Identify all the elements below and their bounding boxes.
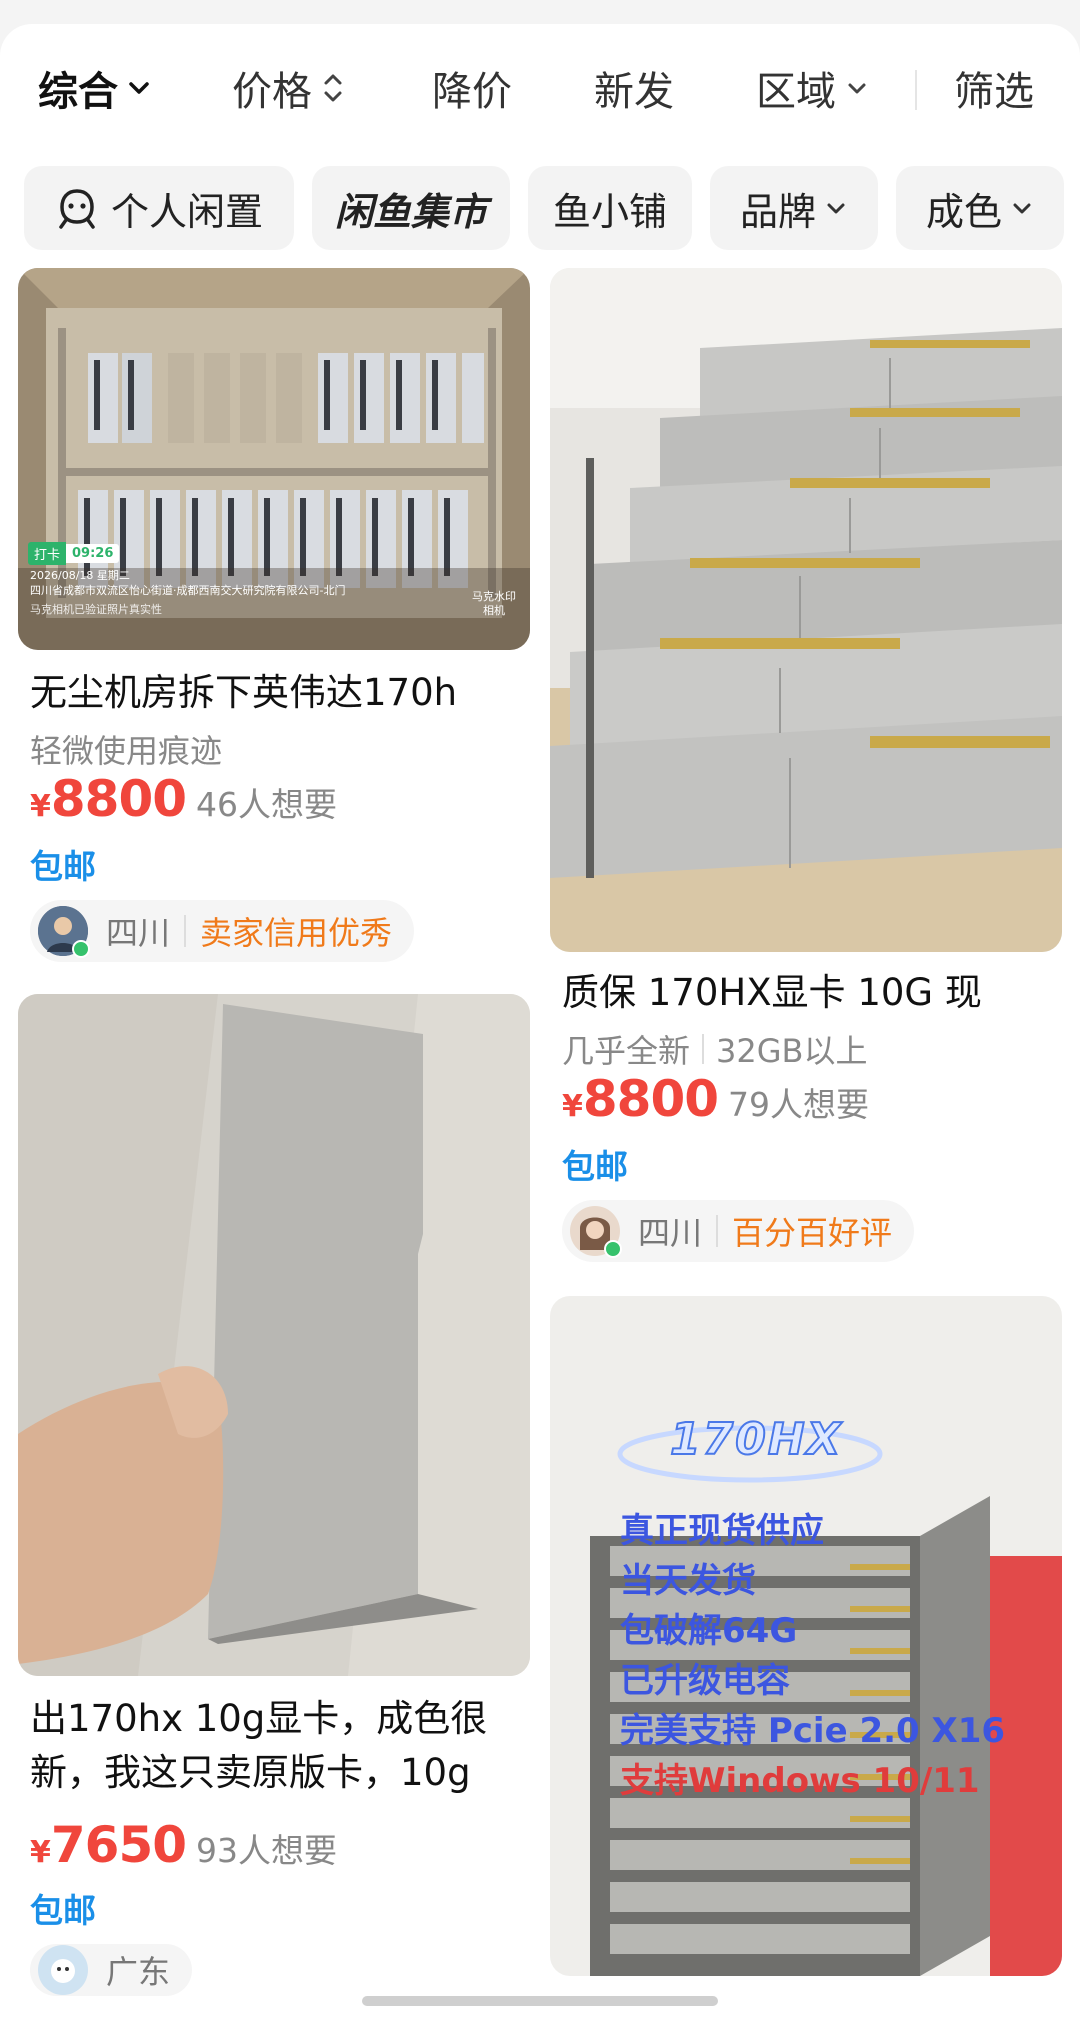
punch-tag-label: 打卡	[28, 542, 67, 565]
sort-region[interactable]: 区域	[756, 56, 870, 120]
product-photo-gpu-stack-promo[interactable]: 170HX 真正现货供应 当天发货 包破解64G 已升级电容 完美支持 Pcie…	[550, 1296, 1062, 1976]
chevron-down-icon	[129, 82, 149, 94]
ghost-face-icon	[59, 189, 95, 229]
price-currency: ¥	[30, 789, 51, 824]
chip-personal-idle-label: 个人闲置	[110, 189, 263, 234]
sort-price[interactable]: 价格	[232, 56, 346, 120]
want-count: 93人想要	[196, 1831, 338, 1870]
online-dot	[72, 940, 90, 958]
chip-personal-idle[interactable]: 个人闲置	[24, 166, 294, 250]
chip-brand[interactable]: 品牌	[710, 166, 878, 250]
promo-line: 包破解64G	[620, 1611, 798, 1651]
promo-feature-list: 真正现货供应 当天发货 包破解64G 已升级电容 完美支持 Pcie 2.0 X…	[620, 1506, 1005, 1806]
sort-newest-label: 新发	[594, 69, 674, 115]
seller-divider	[716, 1215, 719, 1247]
hand-holding-gpu-illustration	[18, 994, 530, 1676]
chip-xianyu-market[interactable]: 闲鱼集市	[312, 166, 510, 250]
chevron-down-icon	[848, 83, 866, 94]
price-amount: 8800	[582, 1070, 719, 1128]
product-price: ¥ 8800 46人想要	[30, 770, 337, 828]
avatar	[38, 906, 90, 958]
chip-fish-shop-label: 鱼小铺	[552, 189, 667, 234]
online-dot	[604, 1240, 622, 1258]
product-photo-hand-gpu[interactable]	[18, 994, 530, 1676]
seller-location: 广东	[106, 1953, 171, 1991]
promo-line: 完美支持 Pcie 2.0 X16	[620, 1711, 1006, 1751]
price-currency: ¥	[30, 1835, 51, 1870]
seller-info[interactable]: 四川 卖家信用优秀	[30, 900, 415, 962]
seller-location: 四川	[106, 914, 171, 952]
chip-fish-shop[interactable]: 鱼小铺	[528, 166, 692, 250]
watermark-date: 2026/08/18 星期二	[30, 569, 130, 582]
product-title-line2[interactable]: 新，我这只卖原版卡，10g	[30, 1746, 471, 1800]
watermark-address: 四川省成都市双流区怡心街道·成都西南交大研究院有限公司-北门	[30, 584, 346, 597]
sort-price-drop-label: 降价	[432, 69, 512, 115]
price-amount: 8800	[50, 770, 187, 828]
filter-button[interactable]: 筛选	[954, 56, 1034, 120]
seller-info[interactable]: 四川 百分百好评	[562, 1200, 915, 1262]
price-amount: 7650	[50, 1816, 187, 1874]
promo-line: 支持Windows 10/11	[620, 1761, 980, 1801]
chip-xianyu-market-label: 闲鱼集市	[334, 189, 487, 234]
product-price: ¥ 8800 79人想要	[562, 1070, 869, 1128]
product-condition: 轻微使用痕迹	[30, 732, 223, 770]
sort-comprehensive[interactable]: 综合	[38, 56, 152, 120]
product-photo-boxed-gpus[interactable]: 打卡 09:26 2026/08/18 星期二 四川省成都市双流区怡心街道·成都…	[18, 268, 530, 650]
avatar	[38, 1945, 88, 1995]
chevron-down-icon	[1013, 203, 1031, 214]
filter-label: 筛选	[954, 69, 1034, 115]
seller-divider	[184, 915, 187, 947]
seller-rating-badge: 百分百好评	[732, 1214, 893, 1252]
seller-credit-badge: 卖家信用优秀	[200, 914, 393, 952]
stacked-gpus-illustration	[550, 268, 1062, 952]
free-shipping-tag: 包邮	[562, 1147, 628, 1186]
watermark-verify: 马克相机已验证照片真实性	[30, 603, 162, 616]
sort-newest[interactable]: 新发	[594, 56, 674, 120]
free-shipping-tag: 包邮	[30, 1891, 96, 1930]
want-count: 46人想要	[196, 785, 338, 824]
chip-condition[interactable]: 成色	[896, 166, 1064, 250]
sort-price-label: 价格	[232, 69, 312, 115]
want-count: 79人想要	[728, 1085, 870, 1124]
free-shipping-tag: 包邮	[30, 847, 96, 886]
product-condition-row: 几乎全新 32GB以上	[562, 1026, 868, 1072]
sort-price-drop[interactable]: 降价	[432, 56, 512, 120]
promo-line: 当天发货	[620, 1561, 756, 1601]
product-title[interactable]: 无尘机房拆下英伟达170h	[30, 666, 457, 720]
sort-updown-icon	[324, 74, 342, 102]
product-price: ¥ 7650 93人想要	[30, 1816, 337, 1874]
seller-avatar-icon	[38, 1945, 88, 1995]
product-condition: 几乎全新	[562, 1032, 691, 1070]
promo-line: 已升级电容	[620, 1661, 790, 1701]
product-spec: 32GB以上	[716, 1032, 868, 1070]
promo-brand-text: 170HX	[669, 1413, 843, 1466]
sort-divider	[915, 70, 917, 110]
sort-comprehensive-label: 综合	[38, 69, 118, 115]
photo-watermark: 2026/08/18 星期二 四川省成都市双流区怡心街道·成都西南交大研究院有限…	[30, 568, 350, 617]
promo-line: 真正现货供应	[620, 1511, 824, 1551]
condition-divider	[702, 1034, 705, 1064]
product-photo-stacked-gpus[interactable]	[550, 268, 1062, 952]
punch-tag-time: 09:26	[66, 544, 120, 563]
seller-info[interactable]: 广东	[30, 1944, 193, 1996]
photo-punch-tag: 打卡 09:26	[28, 542, 120, 565]
watermark-camera: 马克水印相机	[472, 590, 516, 617]
chip-brand-label: 品牌	[739, 189, 816, 234]
home-indicator[interactable]	[362, 1996, 718, 2006]
product-title-line1[interactable]: 出170hx 10g显卡，成色很	[30, 1692, 487, 1746]
product-title[interactable]: 质保 170HX显卡 10G 现	[562, 966, 982, 1020]
price-currency: ¥	[562, 1089, 583, 1124]
sort-region-label: 区域	[756, 69, 836, 115]
avatar	[570, 1206, 622, 1258]
seller-location: 四川	[638, 1214, 703, 1252]
chip-condition-label: 成色	[925, 189, 1002, 234]
chevron-down-icon	[827, 203, 845, 214]
